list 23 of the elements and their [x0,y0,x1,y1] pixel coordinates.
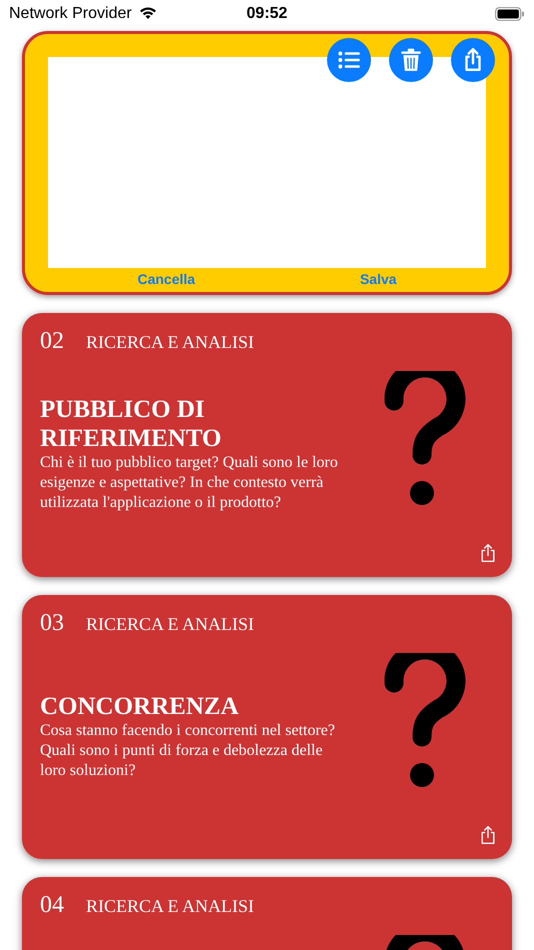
card-category: RICERCA E ANALISI [86,614,254,635]
cancel-button[interactable]: Cancella [137,271,196,287]
card-category: RICERCA E ANALISI [86,896,254,917]
drawing-canvas[interactable] [48,57,486,268]
wifi-icon [138,5,158,20]
card-title: PUBBLICO DI RIFERIMENTO [40,395,223,453]
share-button[interactable] [451,38,495,82]
battery-icon [495,7,525,21]
delete-button[interactable] [389,38,433,82]
card-number: 02 [40,328,64,355]
list-button[interactable] [327,38,371,82]
card-description: Chi è il tuo pubblico target? Quali sono le loro esigenze e aspettative? In che contesto verrà utilizzata l'applicazione o il prodotto? [40,453,339,513]
card-description: Cosa stanno facendo i concorrenti nel settore? Quali sono i punti di forza e debolezza delle loro soluzioni? [40,720,336,780]
card-title: CONCORRENZA [40,692,240,720]
card-category: RICERCA E ANALISI [86,332,254,353]
clock-time: 09:52 [246,5,288,23]
card-number: 04 [40,892,64,919]
carrier-name: Network Provider [9,5,132,23]
question-card[interactable]: 04 RICERCA E ANALISI [22,877,512,950]
card-number: 03 [40,610,64,637]
question-card[interactable]: 02 RICERCA E ANALISI PUBBLICO DI RIFERIMENTO Chi è il tuo pubblico target? Quali sono le loro esigenze e aspettative? In che contesto verrà utilizzata l'applicazione o il prodotto? [22,313,512,577]
save-button[interactable]: Salva [360,271,397,287]
question-card[interactable]: 03 RICERCA E ANALISI CONCORRENZA Cosa stanno facendo i concorrenti nel settore? Quali sono i punti di forza e debolezza delle loro soluzioni? [22,595,512,859]
